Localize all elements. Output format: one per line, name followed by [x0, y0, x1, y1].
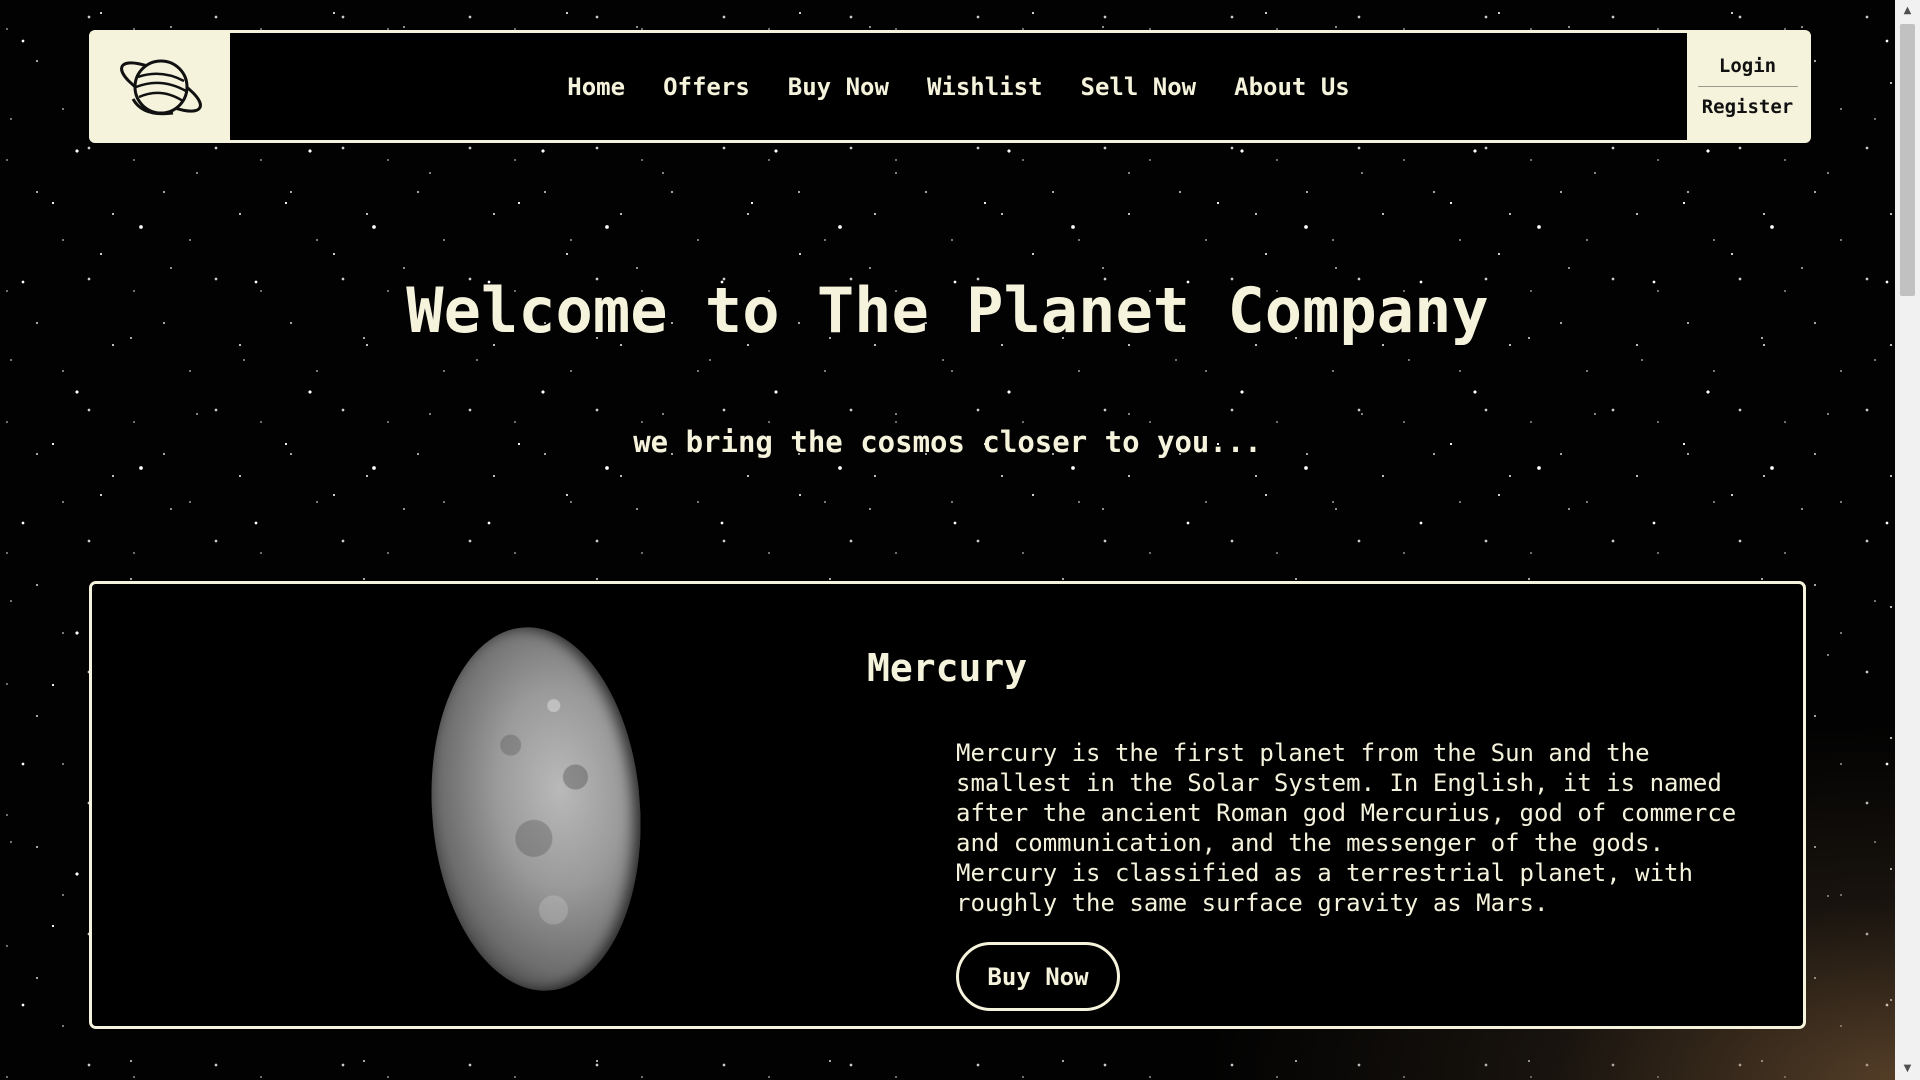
scroll-down-icon[interactable]: ▼ [1895, 1058, 1920, 1080]
register-link[interactable]: Register [1698, 87, 1798, 127]
page-subtitle: we bring the cosmos closer to you... [633, 425, 1262, 459]
navbar: Home Offers Buy Now Wishlist Sell Now Ab… [89, 30, 1811, 143]
logo[interactable] [92, 33, 230, 140]
nav-wishlist[interactable]: Wishlist [927, 73, 1043, 101]
auth-panel: Login Register [1687, 33, 1808, 140]
nav-home[interactable]: Home [567, 73, 625, 101]
mercury-planet-image [419, 620, 653, 998]
main-nav: Home Offers Buy Now Wishlist Sell Now Ab… [230, 33, 1687, 140]
product-image-area [92, 584, 775, 1026]
nav-offers[interactable]: Offers [663, 73, 750, 101]
nav-buy-now[interactable]: Buy Now [788, 73, 889, 101]
scroll-thumb[interactable] [1900, 24, 1915, 296]
login-link[interactable]: Login [1698, 46, 1798, 86]
page-scrollbar[interactable]: ▲ ▼ [1895, 0, 1920, 1080]
planet-logo-icon [120, 59, 202, 115]
nav-about-us[interactable]: About Us [1234, 73, 1350, 101]
product-name: Mercury [867, 646, 1028, 690]
nav-sell-now[interactable]: Sell Now [1081, 73, 1197, 101]
buy-now-button[interactable]: Buy Now [956, 942, 1120, 1011]
page-title: Welcome to The Planet Company [406, 274, 1489, 347]
product-description: Mercury is the first planet from the Sun… [956, 739, 1737, 917]
scroll-up-icon[interactable]: ▲ [1895, 0, 1920, 22]
